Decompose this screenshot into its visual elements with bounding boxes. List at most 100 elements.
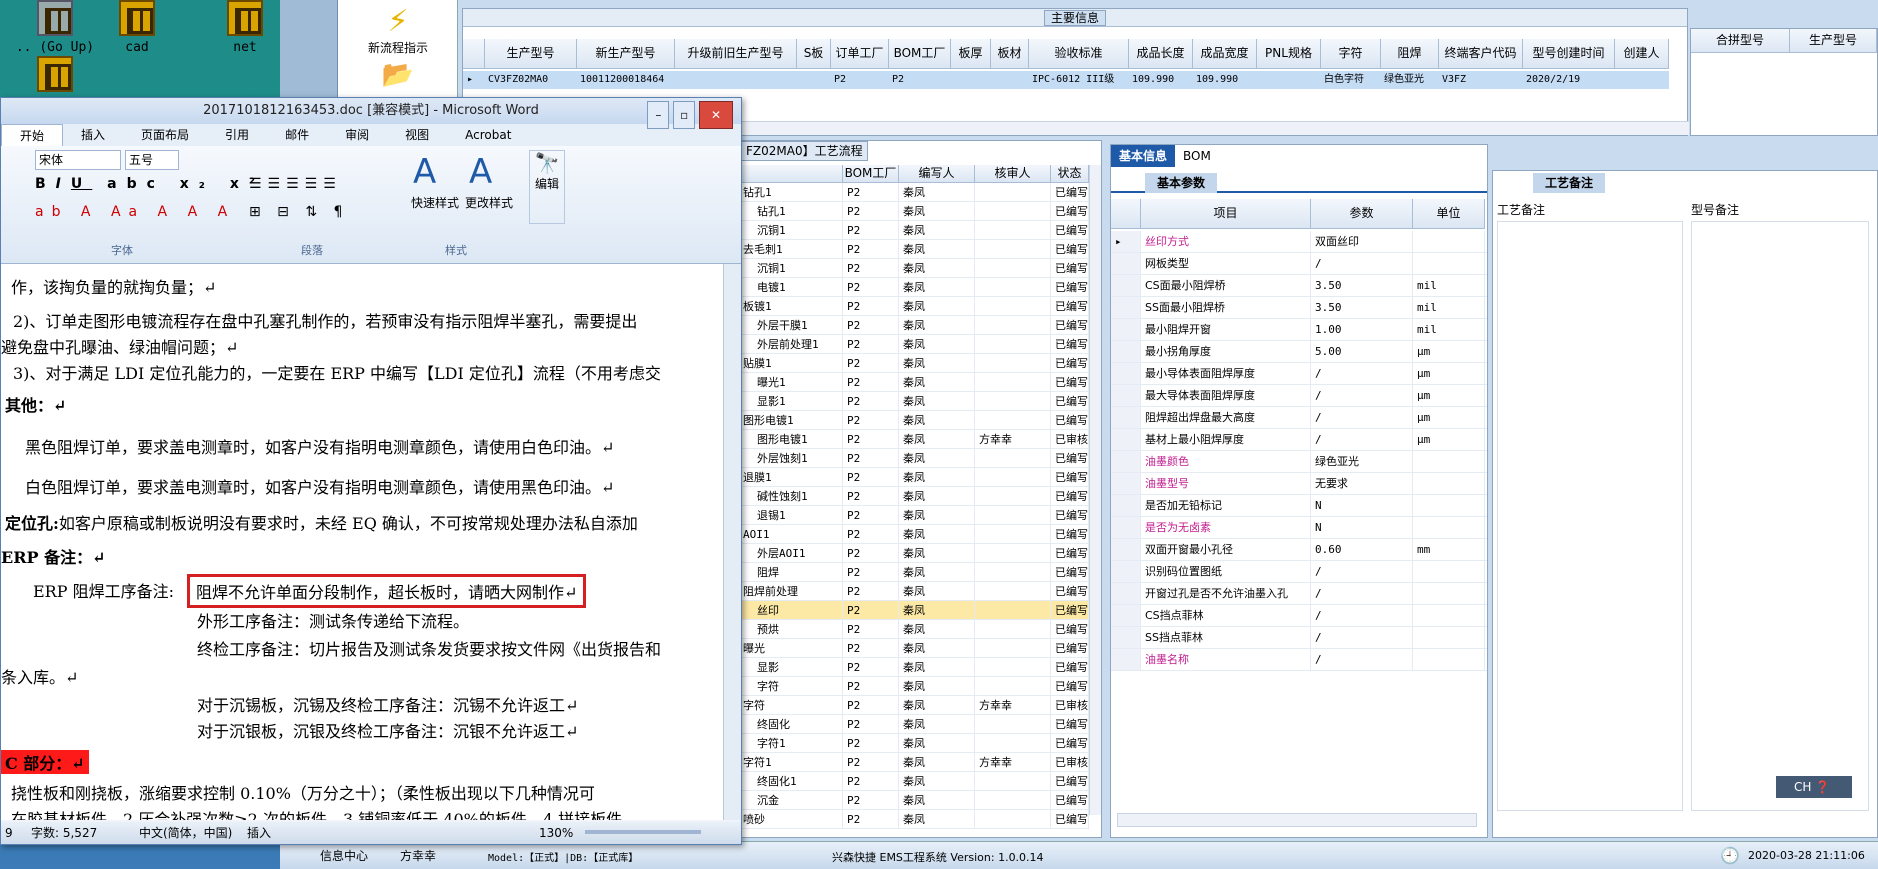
column-header[interactable]: 验收标准	[1029, 39, 1129, 69]
minimize-button[interactable]: –	[647, 101, 670, 129]
table-row[interactable]: 开窗过孔是否不允许油墨入孔 /	[1111, 583, 1487, 605]
table-row[interactable]: 油墨名称 /	[1111, 649, 1487, 671]
ribbon-tab-4[interactable]: 邮件	[267, 124, 327, 146]
list-item[interactable]: 阻焊前处理 P2 秦凤 已编写	[741, 582, 1089, 601]
column-header[interactable]: 编写人	[899, 165, 975, 183]
list-item[interactable]: 板镀1 P2 秦凤 已编写	[741, 297, 1089, 316]
close-button[interactable]: ✕	[699, 101, 733, 129]
document-page[interactable]: 作，该掏负量的就掏负量；↵ 2)、订单走图形电镀流程存在盘中孔塞孔制作的，若预审…	[1, 264, 723, 820]
table-row[interactable]: SS面最小阻焊桥 3.50 mil	[1111, 297, 1487, 319]
column-header[interactable]: 单位	[1413, 199, 1485, 229]
table-row[interactable]: 识别码位置图纸 /	[1111, 561, 1487, 583]
table-row[interactable]: CS面最小阻焊桥 3.50 mil	[1111, 275, 1487, 297]
list-item[interactable]: 贴膜1 P2 秦凤 已编写	[741, 354, 1089, 373]
table-row[interactable]: 最小拐角厚度 5.00 μm	[1111, 341, 1487, 363]
list-item[interactable]: 阻焊 P2 秦凤 已编写	[741, 563, 1089, 582]
column-header[interactable]: 阻焊	[1381, 39, 1439, 69]
paragraph-buttons[interactable]: ⊞ ⊟ ⇅ ¶	[249, 204, 348, 220]
column-header[interactable]	[741, 165, 843, 183]
column-header[interactable]: PNL规格	[1257, 39, 1321, 69]
column-header[interactable]: BOM工厂	[843, 165, 899, 183]
list-item[interactable]: 字符1 P2 秦凤 已编写	[741, 734, 1089, 753]
column-header[interactable]: S板	[797, 39, 831, 69]
column-header[interactable]: 字符	[1321, 39, 1381, 69]
ribbon-tab-5[interactable]: 审阅	[327, 124, 387, 146]
list-item[interactable]: 沉金 P2 秦凤 已编写	[741, 791, 1089, 810]
ribbon-tab-6[interactable]: 视图	[387, 124, 447, 146]
column-header[interactable]: 成品长度	[1129, 39, 1193, 69]
column-header[interactable]: 板材	[991, 39, 1029, 69]
column-header[interactable]: 核审人	[975, 165, 1051, 183]
desktop-icon-cad[interactable]: cad	[82, 0, 192, 55]
word-count[interactable]: 字数: 5,527	[31, 822, 97, 844]
list-item[interactable]: 去毛刺1 P2 秦凤 已编写	[741, 240, 1089, 259]
bold-italic-underline-buttons[interactable]: BIU abc x₂ x²	[35, 176, 265, 192]
list-item[interactable]: 曝光1 P2 秦凤 已编写	[741, 373, 1089, 392]
list-item[interactable]: 沉铜1 P2 秦凤 已编写	[741, 259, 1089, 278]
column-header[interactable]: BOM工厂	[889, 39, 951, 69]
insert-mode[interactable]: 插入	[247, 822, 271, 844]
list-item[interactable]: 显影1 P2 秦凤 已编写	[741, 392, 1089, 411]
list-item[interactable]: 碱性蚀刻1 P2 秦凤 已编写	[741, 487, 1089, 506]
ribbon-tab-2[interactable]: 页面布局	[123, 124, 207, 146]
list-item[interactable]: 显影 P2 秦凤 已编写	[741, 658, 1089, 677]
vertical-scrollbar[interactable]	[723, 264, 741, 820]
list-item[interactable]: 字符1 P2 秦凤 方幸幸 已审核	[741, 753, 1089, 772]
column-header[interactable]: 创建人	[1615, 39, 1669, 69]
tab-basic-info[interactable]: 基本信息	[1111, 145, 1176, 167]
ribbon-tab-7[interactable]: Acrobat	[447, 124, 529, 146]
font-name-select[interactable]: 宋体	[35, 150, 121, 170]
ribbon-tab-0[interactable]: 开始	[1, 124, 64, 146]
zoom-slider[interactable]	[585, 830, 701, 834]
tab-basic-params[interactable]: 基本参数	[1145, 173, 1218, 193]
list-item[interactable]: 终固化1 P2 秦凤 已编写	[741, 772, 1089, 791]
quick-style-icon[interactable]: A	[413, 152, 436, 192]
column-header[interactable]: 新生产型号	[577, 39, 675, 69]
list-item[interactable]: AOI1 P2 秦凤 已编写	[741, 525, 1089, 544]
list-item[interactable]: 图形电镀1 P2 秦凤 方幸幸 已审核	[741, 430, 1089, 449]
change-style-icon[interactable]: A	[469, 152, 492, 192]
info-center-label[interactable]: 信息中心	[320, 847, 368, 864]
column-header[interactable]: 型号创建时间	[1523, 39, 1615, 69]
column-header[interactable]: 升级前旧生产型号	[675, 39, 797, 69]
ime-bar[interactable]: CH ❓	[1776, 776, 1852, 798]
list-item[interactable]: 退锡1 P2 秦凤 已编写	[741, 506, 1089, 525]
list-item[interactable]: 外层干膜1 P2 秦凤 已编写	[741, 316, 1089, 335]
paragraph-align-buttons[interactable]: ☰☰☰☰☰	[249, 176, 342, 192]
list-item[interactable]: 预烘 P2 秦凤 已编写	[741, 620, 1089, 639]
maximize-button[interactable]: ▫	[673, 101, 696, 129]
table-row[interactable]: 网板类型 /	[1111, 253, 1487, 275]
table-row[interactable]: 基材上最小阻焊厚度 / μm	[1111, 429, 1487, 451]
table-row[interactable]: 是否为无卤素 N	[1111, 517, 1487, 539]
list-item[interactable]: 丝印 P2 秦凤 已编写	[741, 601, 1089, 620]
list-item[interactable]: 字符 P2 秦凤 已编写	[741, 677, 1089, 696]
column-header[interactable]: 成品宽度	[1193, 39, 1257, 69]
list-item[interactable]: 曝光 P2 秦凤 已编写	[741, 639, 1089, 658]
list-item[interactable]: 外层蚀刻1 P2 秦凤 已编写	[741, 449, 1089, 468]
list-item[interactable]: 钻孔1 P2 秦凤 已编写	[741, 202, 1089, 221]
table-row[interactable]: SS挡点菲林 /	[1111, 627, 1487, 649]
table-row[interactable]: 是否加无铅标记 N	[1111, 495, 1487, 517]
list-item[interactable]: 电镀1 P2 秦凤 已编写	[741, 278, 1089, 297]
column-header[interactable]: 参数	[1311, 199, 1413, 229]
list-item[interactable]: 沉铜1 P2 秦凤 已编写	[741, 221, 1089, 240]
tab-bom[interactable]: BOM	[1175, 145, 1219, 167]
column-header[interactable]: 板厚	[951, 39, 991, 69]
horizontal-scrollbar[interactable]	[1117, 813, 1477, 827]
table-row[interactable]: 最小阻焊开窗 1.00 mil	[1111, 319, 1487, 341]
column-header[interactable]: 订单工厂	[831, 39, 889, 69]
desktop-icon-extra[interactable]	[0, 56, 110, 96]
list-item[interactable]: 外层AOI1 P2 秦凤 已编写	[741, 544, 1089, 563]
vertical-scrollbar[interactable]	[1089, 165, 1101, 815]
ribbon-tab-3[interactable]: 引用	[207, 124, 267, 146]
table-row[interactable]: 油墨颜色 绿色亚光	[1111, 451, 1487, 473]
list-item[interactable]: 终固化 P2 秦凤 已编写	[741, 715, 1089, 734]
table-row[interactable]: ▸ CV3FZ02MA0 10011200018464 P2 P2 IPC-6012 II…	[463, 71, 1669, 89]
ribbon-tab-1[interactable]: 插入	[63, 124, 123, 146]
font-color-buttons[interactable]: ab A Aa A A A	[35, 204, 235, 220]
list-item[interactable]: 钻孔1 P2 秦凤 已编写	[741, 183, 1089, 202]
zoom-level[interactable]: 130%	[539, 822, 573, 844]
column-header[interactable]: 生产型号	[485, 39, 577, 69]
list-item[interactable]: 外层前处理1 P2 秦凤 已编写	[741, 335, 1089, 354]
list-item[interactable]: 图形电镀1 P2 秦凤 已编写	[741, 411, 1089, 430]
